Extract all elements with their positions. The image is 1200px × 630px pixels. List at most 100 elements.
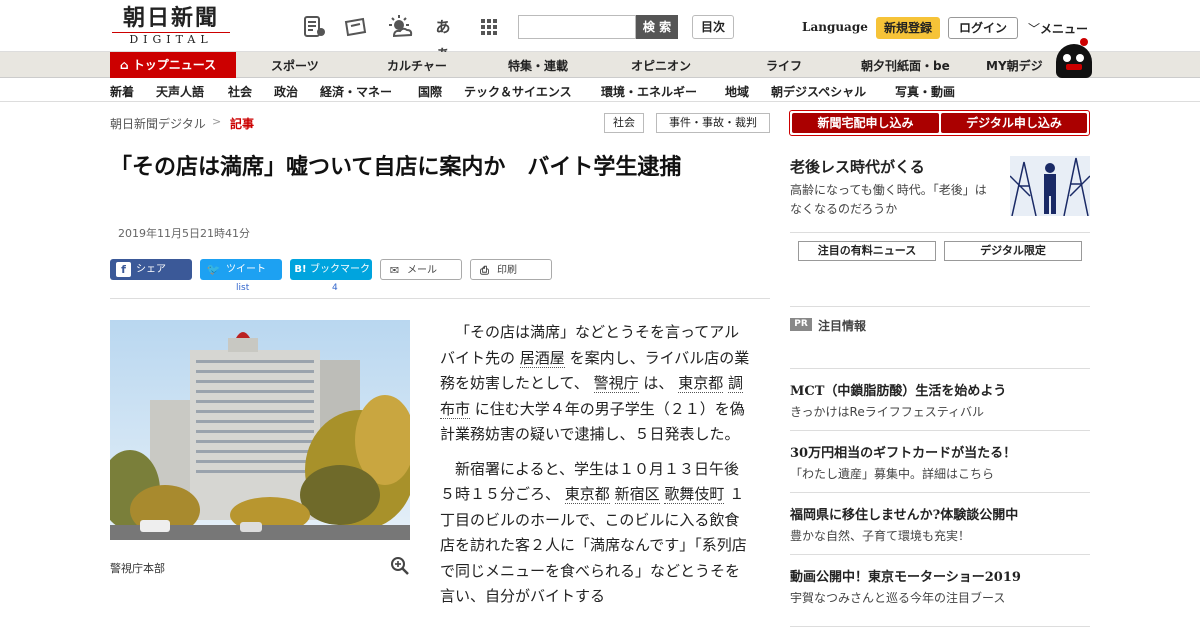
paper-icon[interactable] bbox=[301, 14, 327, 40]
font-size-icon[interactable]: あぁ bbox=[430, 14, 456, 62]
mail-share-button[interactable]: ✉ メール bbox=[380, 259, 462, 280]
pr-item-title[interactable]: 福岡県に移住しませんか?体験談公開中 bbox=[790, 504, 1018, 523]
logo-sub: DIGITAL bbox=[112, 32, 230, 47]
nav-top-news[interactable]: ⌂ トップニュース bbox=[110, 52, 236, 78]
nav2-economy[interactable]: 経済・マネー bbox=[320, 83, 392, 100]
nav2-special[interactable]: 朝デジスペシャル bbox=[771, 83, 866, 100]
hatena-bookmark-button[interactable]: B! ブックマーク bbox=[290, 259, 372, 280]
print-icon: ⎙ bbox=[477, 263, 492, 278]
article-photo[interactable] bbox=[110, 320, 410, 540]
pr-item-title[interactable]: 動画公開中！東京モーターショー2019 bbox=[790, 566, 1021, 585]
mascot-icon[interactable] bbox=[1056, 38, 1092, 78]
twitter-count[interactable]: list bbox=[236, 283, 249, 293]
keyword-link[interactable]: 東京都 bbox=[678, 374, 724, 393]
keyword-link[interactable]: 新宿区 bbox=[614, 485, 660, 504]
language-link[interactable]: Language bbox=[802, 20, 868, 34]
keyword-link[interactable]: 居酒屋 bbox=[519, 348, 565, 368]
order-digital-button[interactable]: デジタル申し込み bbox=[941, 113, 1087, 133]
article-date: 2019年11月5日21時41分 bbox=[118, 227, 250, 240]
feature-title[interactable]: 老後レス時代がくる bbox=[790, 156, 925, 177]
pr-item-title[interactable]: 30万円相当のギフトカードが当たる！ bbox=[790, 442, 1016, 461]
chevron-down-icon: ﹀ bbox=[1028, 22, 1041, 36]
print-button[interactable]: ⎙ 印刷 bbox=[470, 259, 552, 280]
grid-menu-icon[interactable] bbox=[476, 14, 502, 40]
mail-label: メール bbox=[407, 265, 437, 276]
tag-incidents[interactable]: 事件・事故・裁判 bbox=[656, 113, 770, 133]
facebook-share-button[interactable]: f シェア bbox=[110, 259, 192, 280]
nav2-tenseijingo[interactable]: 天声人語 bbox=[156, 83, 204, 100]
nav2-politics[interactable]: 政治 bbox=[274, 83, 298, 100]
twitter-share-button[interactable]: 🐦 ツイート bbox=[200, 259, 282, 280]
signup-button[interactable]: 新規登録 bbox=[876, 17, 940, 39]
mail-icon: ✉ bbox=[387, 263, 402, 278]
toc-button[interactable]: 目次 bbox=[692, 15, 734, 39]
article-paragraph: 「その店は満席」などとうそを言ってアルバイト先の 居酒屋 を案内し、ライバル店の… bbox=[440, 323, 750, 443]
divider bbox=[790, 232, 1090, 233]
home-icon: ⌂ bbox=[120, 58, 129, 72]
logo-main: 朝日新聞 bbox=[122, 5, 219, 31]
subscription-box: 新聞宅配申し込み デジタル申し込み bbox=[789, 110, 1090, 136]
nav2-international[interactable]: 国際 bbox=[418, 83, 442, 100]
pr-heading: 注目情報 bbox=[818, 319, 867, 333]
divider bbox=[790, 492, 1090, 493]
nav-top-news-label: トップニュース bbox=[132, 58, 217, 72]
search-button[interactable]: 検 索 bbox=[636, 15, 678, 39]
site-logo[interactable]: 朝日新聞 DIGITAL bbox=[112, 6, 230, 48]
menu-label: メニュー bbox=[1040, 22, 1089, 36]
login-button[interactable]: ログイン bbox=[948, 17, 1018, 39]
hatena-icon: B! bbox=[294, 264, 307, 275]
divider bbox=[110, 298, 770, 299]
pr-badge: PR bbox=[790, 318, 812, 331]
hatena-count[interactable]: 4 bbox=[332, 283, 338, 293]
nav-paper[interactable]: 朝夕刊紙面・be bbox=[861, 57, 950, 74]
divider bbox=[790, 306, 1090, 307]
nav-features[interactable]: 特集・連載 bbox=[508, 57, 568, 74]
nav2-region[interactable]: 地域 bbox=[725, 83, 749, 100]
nav-opinion[interactable]: オピニオン bbox=[631, 57, 691, 74]
tab-paid-news[interactable]: 注目の有料ニュース bbox=[798, 241, 936, 261]
twitter-icon: 🐦 bbox=[206, 263, 221, 276]
breadcrumb-separator: > bbox=[212, 115, 222, 128]
tag-society[interactable]: 社会 bbox=[604, 113, 644, 133]
nav2-new[interactable]: 新着 bbox=[110, 83, 134, 100]
weather-icon[interactable] bbox=[386, 14, 413, 40]
facebook-share-label: シェア bbox=[136, 264, 166, 275]
nav-my-asahi[interactable]: MY朝デジ bbox=[986, 57, 1043, 74]
feature-description[interactable]: 高齢になっても働く時代。「老後」はなくなるのだろうか bbox=[790, 181, 998, 219]
breadcrumb-current: 記事 bbox=[230, 117, 255, 131]
print-label: 印刷 bbox=[497, 265, 517, 276]
keyword-link[interactable]: 歌舞伎町 bbox=[664, 485, 725, 504]
twitter-share-label: ツイート bbox=[226, 264, 266, 275]
breadcrumb-home[interactable]: 朝日新聞デジタル bbox=[110, 115, 206, 132]
menu-button[interactable]: ﹀メニュー bbox=[1028, 20, 1088, 37]
pr-item-desc[interactable]: 宇賀なつみさんと巡る今年の注目ブース bbox=[790, 589, 1005, 606]
nav2-photo-video[interactable]: 写真・動画 bbox=[895, 83, 955, 100]
nav2-society[interactable]: 社会 bbox=[228, 83, 252, 100]
divider bbox=[790, 368, 1090, 369]
divider bbox=[790, 430, 1090, 431]
article-paragraph: 新宿署によると、学生は１０月１３日午後５時１５分ごろ、 東京都 新宿区 歌舞伎町… bbox=[440, 459, 747, 606]
divider bbox=[790, 554, 1090, 555]
divider bbox=[790, 626, 1090, 627]
search-input[interactable] bbox=[518, 15, 636, 39]
nav2-tech[interactable]: テック＆サイエンス bbox=[464, 83, 572, 100]
pr-item-desc[interactable]: 「わたし遺産」募集中。詳細はこちら bbox=[790, 465, 994, 482]
nav-culture[interactable]: カルチャー bbox=[387, 57, 447, 74]
pr-item-title[interactable]: MCT（中鎖脂肪酸）生活を始めよう bbox=[790, 380, 1006, 399]
pr-item-desc[interactable]: 豊かな自然、子育て環境も充実！ bbox=[790, 527, 970, 544]
photo-caption: 警視庁本部 bbox=[110, 562, 165, 575]
keyword-link[interactable]: 東京都 bbox=[564, 485, 610, 504]
hatena-label: ブックマーク bbox=[310, 264, 370, 275]
article-title: 「その店は満席」嘘ついて自店に案内か バイト学生逮捕 bbox=[110, 155, 682, 180]
facebook-icon: f bbox=[116, 262, 131, 277]
nav-life[interactable]: ライフ bbox=[766, 57, 802, 74]
keyword-link[interactable]: 警視庁 bbox=[593, 374, 639, 393]
pr-item-desc[interactable]: きっかけはReライフフェスティバル bbox=[790, 403, 984, 420]
zoom-icon[interactable] bbox=[390, 556, 410, 576]
nav2-environment[interactable]: 環境・エネルギー bbox=[601, 83, 697, 100]
ticket-icon[interactable] bbox=[343, 14, 369, 40]
order-paper-button[interactable]: 新聞宅配申し込み bbox=[792, 113, 939, 133]
nav-sports[interactable]: スポーツ bbox=[271, 57, 319, 74]
tab-digital-only[interactable]: デジタル限定 bbox=[944, 241, 1082, 261]
feature-image[interactable] bbox=[1009, 156, 1091, 217]
